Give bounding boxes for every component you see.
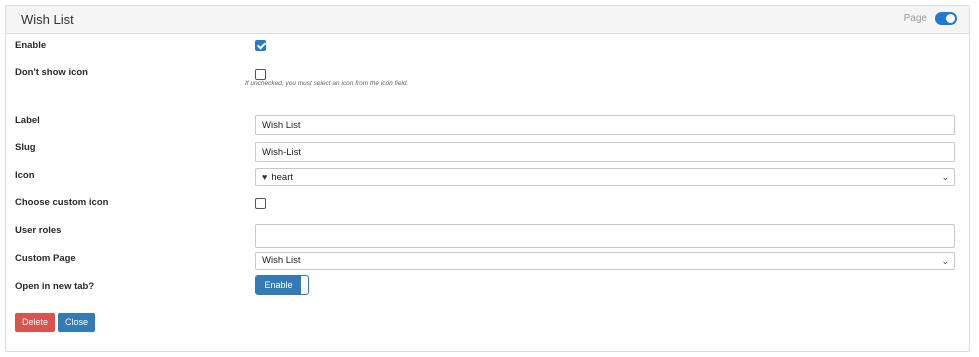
panel-title: Wish List (21, 12, 74, 27)
page-toggle[interactable] (935, 12, 957, 25)
enable-label: Enable (15, 40, 47, 51)
enable-checkbox[interactable] (255, 40, 266, 51)
dont-show-icon-label: Don't show icon (15, 67, 88, 78)
choose-custom-icon-label: Choose custom icon (15, 197, 109, 208)
icon-select[interactable]: ♥ heart ⌄ (255, 168, 955, 186)
user-roles-input[interactable] (255, 224, 955, 248)
label-input[interactable] (255, 115, 955, 135)
open-new-tab-enable-label: Enable (256, 276, 301, 294)
open-new-tab-switch[interactable]: Enable (255, 275, 309, 295)
choose-custom-icon-checkbox[interactable] (255, 198, 266, 209)
custom-page-select-value: Wish List (262, 255, 301, 266)
slug-field-label: Slug (15, 142, 36, 153)
icon-select-value: heart (271, 172, 293, 183)
custom-page-select[interactable]: Wish List ⌄ (255, 252, 955, 270)
open-new-tab-label: Open in new tab? (15, 281, 95, 292)
chevron-down-icon: ⌄ (941, 256, 949, 266)
user-roles-label: User roles (15, 225, 62, 236)
toggle-knob (946, 14, 955, 23)
dont-show-icon-checkbox[interactable] (255, 69, 266, 80)
icon-field-label: Icon (15, 170, 35, 181)
slug-input[interactable] (255, 142, 955, 162)
page-toggle-label: Page (903, 13, 927, 24)
close-button[interactable]: Close (58, 313, 95, 332)
icon-hint-text: If unchecked, you must select an icon fr… (245, 80, 409, 87)
custom-page-label: Custom Page (15, 253, 76, 264)
heart-icon: ♥ (262, 172, 268, 182)
panel-header: Wish List Page (6, 6, 969, 34)
delete-button[interactable]: Delete (15, 313, 55, 332)
chevron-down-icon: ⌄ (941, 172, 949, 182)
label-field-label: Label (15, 115, 40, 126)
